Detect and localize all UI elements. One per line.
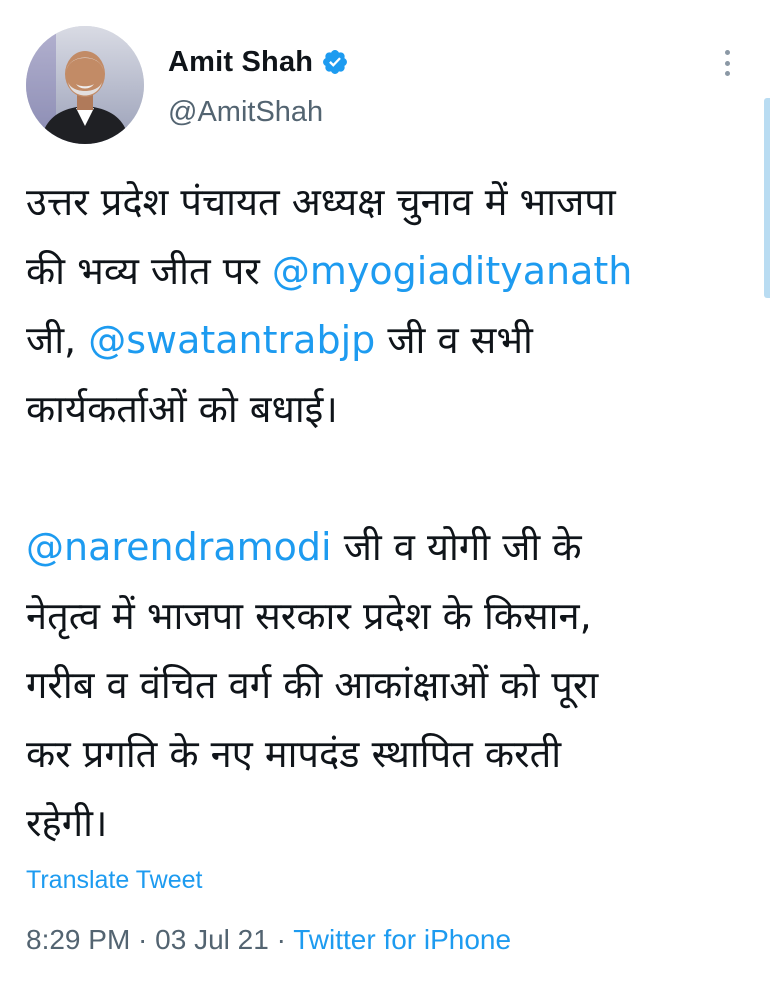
tweet-text: उत्तर प्रदेश पंचायत अध्यक्ष चुनाव में भा…: [26, 168, 746, 858]
tweet-line: गरीब व वंचित वर्ग की आकांक्षाओं को पूरा: [26, 663, 599, 707]
tweet-detail: Amit Shah @AmitShah उत्तर प्रदेश पंचायत …: [0, 0, 770, 988]
more-vertical-icon-dot: [724, 50, 730, 55]
tweet-source-link[interactable]: Twitter for iPhone: [293, 924, 511, 955]
translate-tweet-link[interactable]: Translate Tweet: [26, 866, 202, 895]
tweet-line: उत्तर प्रदेश पंचायत अध्यक्ष चुनाव में भा…: [26, 180, 616, 224]
tweet-paragraph: @narendramodi जी व योगी जी के नेतृत्व मे…: [26, 513, 746, 858]
more-vertical-icon-dot: [724, 60, 730, 66]
tweet-date[interactable]: 03 Jul 21: [155, 924, 269, 955]
tweet-text-fragment: की भव्य जीत पर: [26, 249, 272, 293]
tweet-text-fragment: जी,: [26, 318, 89, 362]
more-vertical-icon-dot: [724, 71, 730, 76]
avatar-image: [26, 26, 144, 144]
avatar[interactable]: [26, 26, 144, 144]
mention-link[interactable]: @myogiadityanath: [272, 249, 632, 293]
verified-badge-icon: [321, 48, 349, 76]
scrollbar[interactable]: [764, 98, 770, 298]
author-display-name[interactable]: Amit Shah: [168, 46, 313, 79]
tweet-paragraph: उत्तर प्रदेश पंचायत अध्यक्ष चुनाव में भा…: [26, 168, 746, 444]
author-handle[interactable]: @AmitShah: [168, 96, 323, 129]
tweet-line: @narendramodi जी व योगी जी के: [26, 513, 746, 582]
tweet-line: कार्यकर्ताओं को बधाई।: [26, 387, 338, 431]
author-name-row[interactable]: Amit Shah: [168, 42, 349, 82]
meta-separator: ·: [268, 924, 294, 955]
tweet-line: की भव्य जीत पर @myogiadityanath: [26, 237, 746, 306]
tweet-line: जी, @swatantrabjp जी व सभी: [26, 306, 746, 375]
meta-separator: ·: [130, 924, 156, 955]
tweet-metadata: 8:29 PM · 03 Jul 21 · Twitter for iPhone: [26, 924, 511, 956]
more-options-button[interactable]: [712, 46, 742, 80]
mention-link[interactable]: @narendramodi: [26, 525, 332, 569]
tweet-line: नेतृत्व में भाजपा सरकार प्रदेश के किसान,: [26, 594, 592, 638]
tweet-text-fragment: जी व सभी: [375, 318, 533, 362]
tweet-line: कर प्रगति के नए मापदंड स्थापित करती: [26, 732, 562, 776]
tweet-time[interactable]: 8:29 PM: [26, 924, 130, 955]
mention-link[interactable]: @swatantrabjp: [88, 318, 375, 362]
tweet-text-fragment: जी व योगी जी के: [331, 525, 582, 569]
tweet-line: रहेगी।: [26, 801, 108, 845]
